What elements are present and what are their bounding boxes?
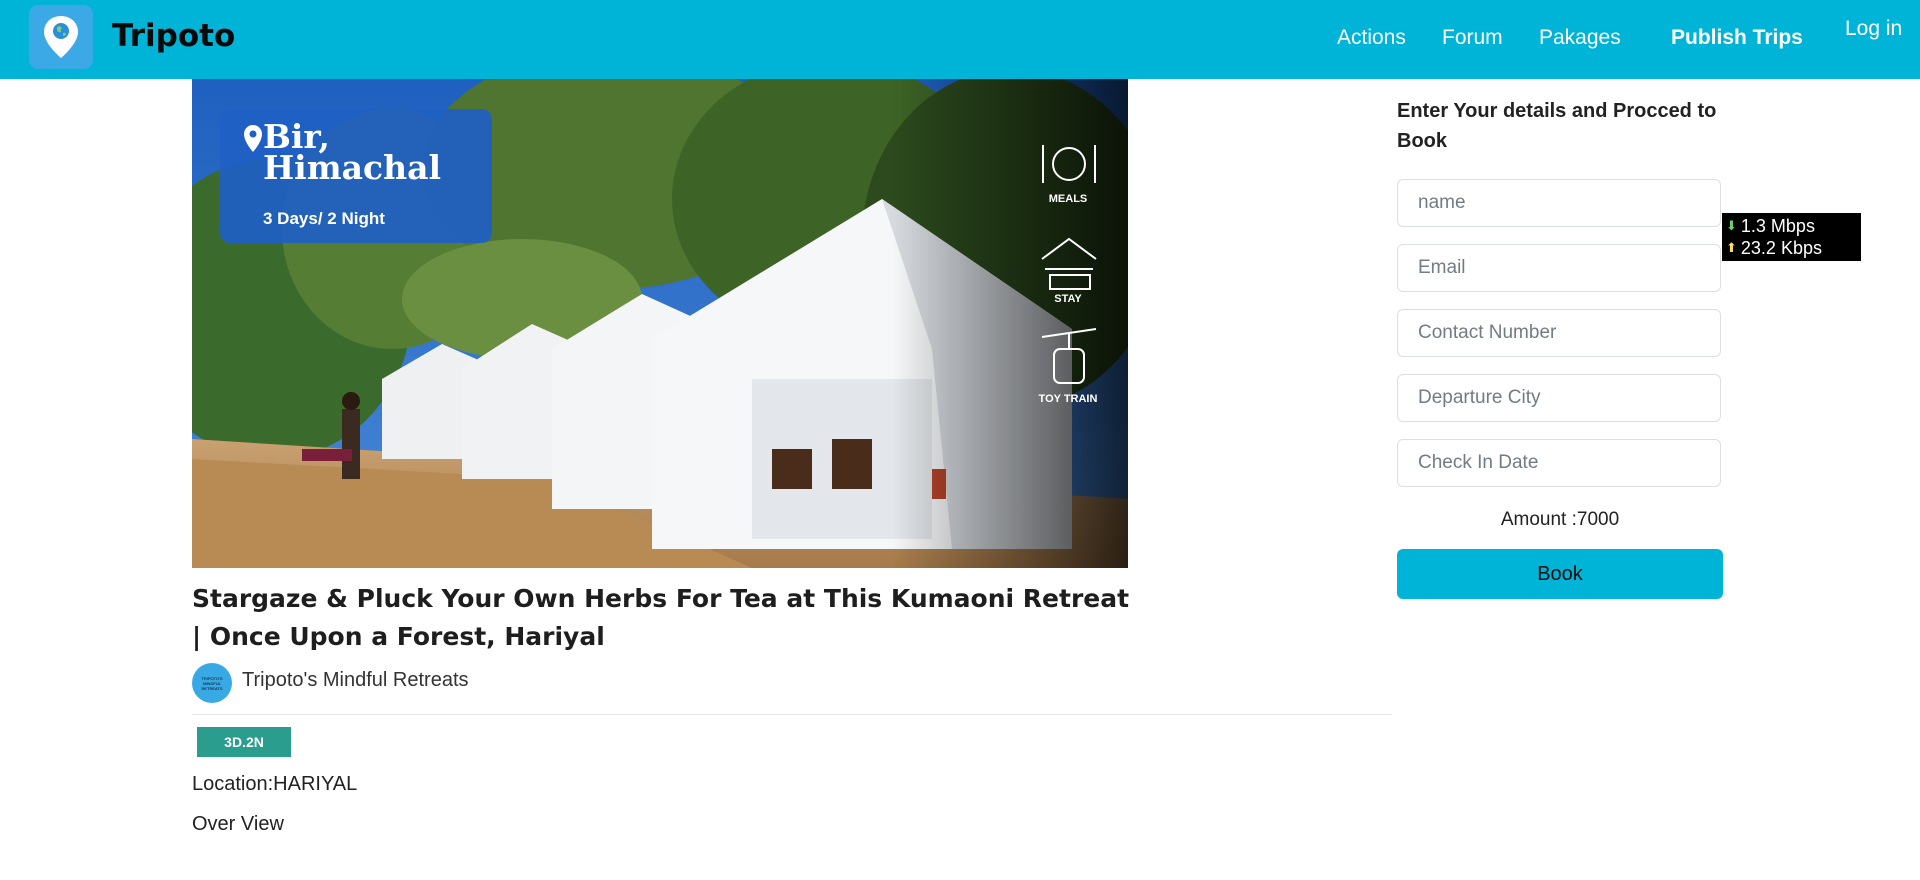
amount-text: Amount :7000 bbox=[1500, 509, 1620, 530]
amenity-stay-label: STAY bbox=[1054, 293, 1082, 305]
top-navbar: Tripoto Actions Forum Pakages Publish Tr… bbox=[0, 0, 1920, 79]
post-title: Stargaze & Pluck Your Own Herbs For Tea … bbox=[192, 584, 1130, 651]
booking-form-title: Enter Your details and Procced to Book bbox=[1397, 100, 1717, 152]
avatar-text: TRIPOTO'S MINDFUL RETREATS bbox=[201, 675, 223, 691]
upload-arrow-icon: ⬆ bbox=[1726, 240, 1737, 255]
brand-name[interactable]: Tripoto bbox=[112, 18, 235, 54]
divider bbox=[192, 714, 1392, 715]
location-text: Location:HARIYAL bbox=[192, 773, 358, 795]
nav-forum[interactable]: Forum bbox=[1442, 26, 1503, 50]
network-speed-widget: ⬇ 1.3 Mbps ⬆ 23.2 Kbps bbox=[1722, 213, 1861, 261]
overview-heading: Over View bbox=[192, 813, 284, 835]
book-button[interactable]: Book bbox=[1397, 549, 1723, 599]
check-in-date-field[interactable] bbox=[1397, 439, 1721, 487]
name-field[interactable] bbox=[1397, 179, 1721, 227]
upload-speed: 23.2 Kbps bbox=[1740, 238, 1822, 258]
nav-packages[interactable]: Pakages bbox=[1539, 26, 1621, 50]
hero-duration: 3 Days/ 2 Night bbox=[263, 209, 385, 228]
download-arrow-icon: ⬇ bbox=[1726, 218, 1737, 233]
nav-publish-trips[interactable]: Publish Trips bbox=[1671, 26, 1803, 50]
map-pin-globe-icon bbox=[44, 16, 78, 58]
download-speed: 1.3 Mbps bbox=[1740, 216, 1815, 236]
duration-badge: 3D.2N bbox=[197, 727, 291, 757]
email-field[interactable] bbox=[1397, 244, 1721, 292]
tripoto-logo[interactable] bbox=[29, 5, 93, 69]
departure-city-field[interactable] bbox=[1397, 374, 1721, 422]
hero-location-line2: Himachal bbox=[263, 148, 442, 187]
nav-login[interactable]: Log in bbox=[1845, 17, 1902, 41]
amenity-toy-train-label: TOY TRAIN bbox=[1038, 393, 1098, 405]
hero-image: Bir, Himachal 3 Days/ 2 Night MEALS STAY… bbox=[192, 79, 1128, 568]
avatar[interactable]: TRIPOTO'S MINDFUL RETREATS bbox=[192, 663, 232, 703]
contact-number-field[interactable] bbox=[1397, 309, 1721, 357]
hero-location: Bir, Himachal bbox=[263, 120, 442, 187]
nav-actions[interactable]: Actions bbox=[1337, 26, 1406, 50]
amenity-meals-label: MEALS bbox=[1048, 193, 1088, 205]
author-name[interactable]: Tripoto's Mindful Retreats bbox=[242, 669, 469, 692]
